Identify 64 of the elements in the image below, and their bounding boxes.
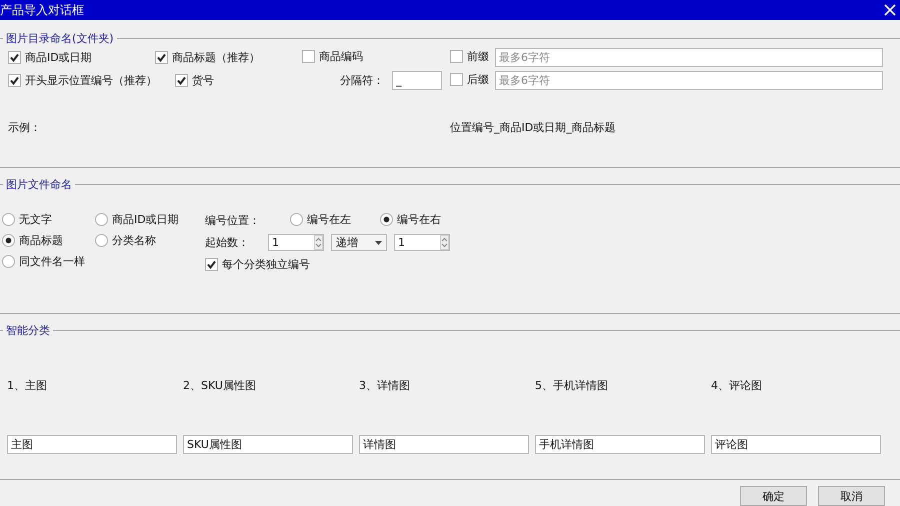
checkbox[interactable]	[175, 74, 188, 86]
separator-label: 分隔符：	[340, 74, 384, 86]
radio-button[interactable]	[380, 213, 393, 226]
checkbox-label: 每个分类独立编号	[222, 257, 310, 272]
spin-value: 1	[272, 236, 279, 249]
checkbox[interactable]	[155, 50, 168, 64]
radio-button[interactable]	[95, 234, 108, 247]
radio-label: 商品标题	[19, 233, 63, 248]
dialog-button[interactable]: 取消	[818, 486, 885, 506]
radio-label: 商品ID或日期	[112, 212, 179, 227]
category-field[interactable]: 评论图	[711, 435, 881, 454]
example-text: 位置编号_商品ID或日期_商品标题	[450, 120, 616, 135]
radio-button[interactable]	[95, 213, 108, 226]
checkbox[interactable]	[8, 74, 21, 86]
category-field[interactable]: 详情图	[359, 435, 529, 454]
category-field[interactable]: 主图	[7, 435, 177, 454]
radio-label: 编号在右	[397, 212, 441, 227]
window-title: 产品导入对话框	[0, 2, 84, 18]
dialog-button[interactable]: 确定	[740, 486, 807, 506]
category-label: 1、主图	[7, 378, 48, 393]
radio-button[interactable]	[2, 213, 15, 226]
section-legend: 智能分类	[3, 323, 53, 338]
radio-button[interactable]	[2, 255, 15, 268]
prefix-field[interactable]: 最多6字符	[495, 48, 883, 66]
category-label: 4、评论图	[711, 378, 763, 393]
category-label: 2、SKU属性图	[183, 378, 257, 393]
radio-label: 编号在左	[307, 212, 351, 227]
spin-arrows-icon[interactable]	[440, 235, 449, 250]
section-legend: 图片文件命名	[3, 177, 75, 192]
checkbox-label: 商品标题（推荐）	[172, 50, 260, 64]
close-icon[interactable]	[884, 4, 896, 16]
spin-box[interactable]: 1	[268, 234, 324, 251]
dropdown-value: 递增	[336, 235, 358, 250]
suffix-field[interactable]: 最多6字符	[495, 70, 883, 90]
field-label: 起始数：	[205, 235, 250, 250]
checkbox-label: 商品编码	[319, 48, 363, 64]
category-field[interactable]: 手机详情图	[535, 435, 705, 454]
radio-button[interactable]	[290, 213, 303, 226]
separator-field[interactable]: _	[392, 70, 442, 90]
checkbox-label: 货号	[192, 72, 214, 88]
checkbox[interactable]	[8, 50, 21, 64]
spin-arrows-icon[interactable]	[314, 235, 323, 250]
radio-button[interactable]	[2, 234, 15, 247]
checkbox[interactable]	[302, 50, 315, 62]
order-dropdown[interactable]: 递增	[331, 234, 387, 251]
radio-label: 分类名称	[112, 233, 156, 248]
checkbox[interactable]	[450, 50, 463, 62]
checkbox-label: 开头显示位置编号（推荐）	[25, 72, 157, 88]
category-label: 3、详情图	[359, 378, 411, 393]
spin-value: 1	[398, 236, 405, 249]
example-label: 示例：	[8, 121, 41, 134]
caret-icon	[375, 240, 382, 244]
checkbox[interactable]	[450, 72, 463, 86]
spin-box[interactable]: 1	[394, 234, 450, 251]
checkbox-label: 后缀	[467, 72, 489, 86]
radio-label: 同文件名一样	[19, 254, 85, 269]
checkbox[interactable]	[205, 258, 218, 271]
category-label: 5、手机详情图	[535, 378, 609, 393]
category-field[interactable]: SKU属性图	[183, 435, 353, 454]
section-legend: 图片目录命名(文件夹)	[3, 31, 117, 46]
checkbox-label: 前缀	[467, 48, 489, 64]
field-label: 编号位置：	[205, 214, 260, 227]
checkbox-label: 商品ID或日期	[25, 50, 92, 64]
radio-label: 无文字	[19, 212, 52, 227]
